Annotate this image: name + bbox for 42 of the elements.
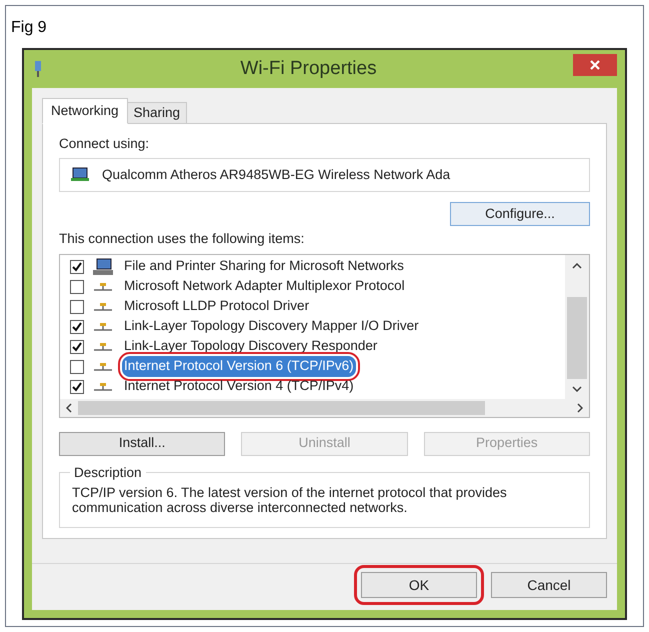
window-title: Wi-Fi Properties — [240, 56, 377, 81]
protocol-icon — [92, 362, 114, 372]
scrollbar-thumb[interactable] — [78, 400, 485, 414]
adapter-name: Qualcomm Atheros AR9485WB-EG Wireless Network Ada — [102, 166, 450, 184]
description-text: TCP/IP version 6. The latest version of the internet protocol that provides communication across diverse interconnected networks. — [72, 484, 508, 514]
network-adapter-icon — [32, 60, 44, 78]
computer-icon — [92, 258, 114, 276]
list-item[interactable]: Internet Protocol Version 4 (TCP/IPv4) — [122, 376, 356, 397]
protocol-icon — [92, 322, 114, 332]
connect-using-label: Connect using: — [59, 135, 150, 153]
protocol-icon — [92, 302, 114, 312]
protocol-icon — [92, 342, 114, 352]
close-button[interactable] — [573, 54, 617, 76]
list-item[interactable]: Internet Protocol Version 6 (TCP/IPv6) — [122, 356, 356, 377]
checkbox[interactable] — [70, 260, 84, 274]
protocol-icon — [92, 382, 114, 392]
checkbox[interactable] — [70, 340, 84, 354]
checkbox[interactable] — [70, 320, 84, 334]
checkbox[interactable] — [70, 300, 84, 314]
checkbox[interactable] — [70, 380, 84, 394]
scroll-right-icon[interactable] — [577, 402, 583, 412]
protocol-icon — [92, 282, 114, 292]
horizontal-scrollbar[interactable] — [60, 398, 589, 416]
tab[interactable]: Sharing — [126, 102, 188, 124]
dialog-button[interactable]: OK — [361, 572, 477, 598]
items-label: This connection uses the following items: — [59, 230, 306, 248]
list-item[interactable]: Microsoft LLDP Protocol Driver — [122, 296, 312, 317]
action-button[interactable]: Install... — [59, 432, 226, 456]
checkbox[interactable] — [70, 280, 84, 294]
list-item[interactable]: Link-Layer Topology Discovery Mapper I/O Driver — [122, 316, 421, 337]
checkbox[interactable] — [70, 360, 84, 374]
scroll-left-icon[interactable] — [66, 402, 72, 412]
close-icon — [589, 59, 601, 71]
scrollbar-thumb[interactable] — [567, 296, 587, 378]
configure-button[interactable]: Configure... — [450, 202, 590, 226]
tab[interactable]: Networking — [42, 98, 128, 124]
vertical-scrollbar[interactable] — [565, 254, 589, 398]
figure-label: Fig 9 — [10, 18, 48, 38]
list-item[interactable]: Microsoft Network Adapter Multiplexor Protocol — [122, 276, 407, 297]
list-item[interactable]: Link-Layer Topology Discovery Responder — [122, 336, 380, 357]
list-item[interactable]: File and Printer Sharing for Microsoft Networks — [122, 256, 406, 277]
dialog-button[interactable]: Cancel — [491, 572, 607, 598]
